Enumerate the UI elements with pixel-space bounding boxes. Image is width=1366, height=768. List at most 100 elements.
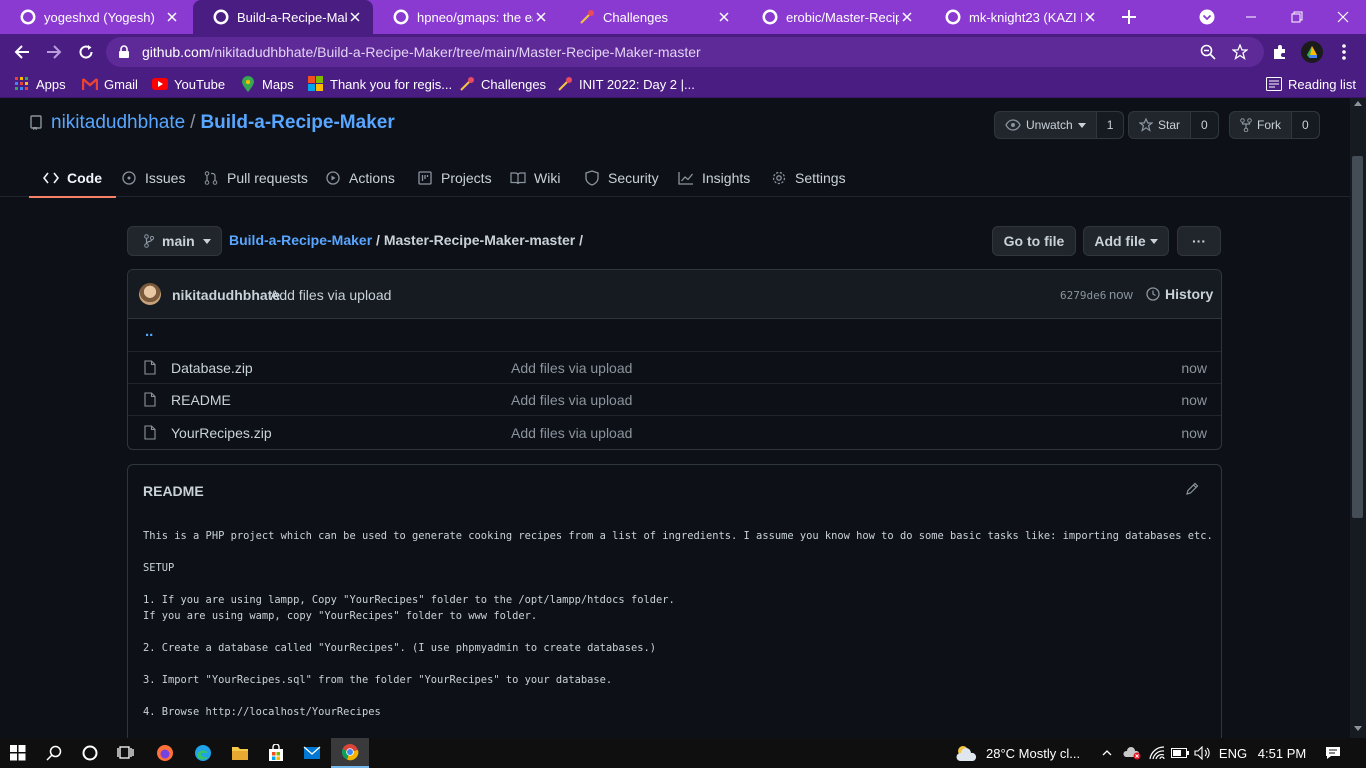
file-explorer-button[interactable] <box>222 738 258 768</box>
bookmark-youtube[interactable]: YouTube <box>152 70 225 98</box>
close-icon[interactable] <box>899 9 915 25</box>
mail-button[interactable] <box>294 738 330 768</box>
store-button[interactable] <box>258 738 294 768</box>
file-commit-message[interactable]: Add files via upload <box>511 392 632 408</box>
restore-button[interactable] <box>1274 0 1320 34</box>
unwatch-button[interactable]: Unwatch <box>995 112 1097 138</box>
back-button[interactable] <box>8 38 36 66</box>
browser-tab-6[interactable]: mk-knight23 (KAZI MU <box>925 0 1108 34</box>
profile-avatar[interactable] <box>1298 38 1326 66</box>
close-icon[interactable] <box>716 9 732 25</box>
address-bar[interactable]: github.com/nikitadudhbhate/Build-a-Recip… <box>106 37 1264 67</box>
scroll-up-icon[interactable] <box>1354 101 1362 106</box>
tab-projects[interactable]: Projects <box>417 158 492 197</box>
cortana-button[interactable] <box>72 738 108 768</box>
notifications-button[interactable] <box>1318 738 1348 768</box>
file-name-link[interactable]: YourRecipes.zip <box>171 425 272 441</box>
tab-settings[interactable]: Settings <box>771 158 846 197</box>
table-row[interactable]: YourRecipes.zip Add files via upload now <box>128 417 1221 449</box>
browser-tab-3[interactable]: hpneo/gmaps: the eas <box>373 0 559 34</box>
close-icon[interactable] <box>533 9 549 25</box>
history-link[interactable]: History <box>1146 286 1213 302</box>
task-view-button[interactable] <box>108 738 144 768</box>
bookmark-challenges[interactable]: Challenges <box>459 70 546 98</box>
bookmark-apps[interactable]: Apps <box>14 70 66 98</box>
star-button[interactable]: Star <box>1129 112 1192 138</box>
tab-pull-requests[interactable]: Pull requests <box>203 158 308 197</box>
tab-code[interactable]: Code <box>29 158 116 198</box>
parent-directory-row[interactable]: .. <box>128 319 1221 352</box>
forward-button[interactable] <box>40 38 68 66</box>
table-row[interactable]: Database.zip Add files via upload now <box>128 352 1221 384</box>
browser-tab-2[interactable]: Build-a-Recipe-Maker/ <box>193 0 373 34</box>
chrome-taskbar-button[interactable] <box>331 738 369 768</box>
fork-button-group[interactable]: Fork 0 <box>1229 111 1320 139</box>
volume-tray-button[interactable] <box>1192 738 1214 768</box>
tab-insights[interactable]: Insights <box>678 158 750 197</box>
bookmark-maps[interactable]: Maps <box>240 70 294 98</box>
parent-directory-link[interactable]: .. <box>145 323 153 340</box>
file-name-link[interactable]: README <box>171 392 231 408</box>
star-button-group[interactable]: Star 0 <box>1128 111 1219 139</box>
wifi-tray-button[interactable] <box>1146 738 1168 768</box>
tab-issues[interactable]: Issues <box>121 158 185 197</box>
fork-count[interactable]: 0 <box>1292 112 1319 138</box>
language-indicator[interactable]: ENG <box>1216 738 1250 768</box>
file-name-link[interactable]: Database.zip <box>171 360 253 376</box>
browser-tab-5[interactable]: erobic/Master-Recipe- <box>742 0 925 34</box>
extensions-button[interactable] <box>1266 38 1294 66</box>
start-button[interactable] <box>0 738 36 768</box>
browser-tab-4[interactable]: Challenges <box>559 0 742 34</box>
onedrive-tray-button[interactable] <box>1120 738 1144 768</box>
branch-selector[interactable]: main <box>127 226 222 256</box>
close-icon[interactable] <box>347 9 363 25</box>
reading-list-button[interactable]: Reading list <box>1266 70 1356 98</box>
commit-author-link[interactable]: nikitadudhbhate <box>172 287 280 303</box>
close-icon[interactable] <box>1082 9 1098 25</box>
avatar[interactable] <box>139 283 161 305</box>
pencil-icon[interactable] <box>1185 482 1199 496</box>
scrollbar-thumb[interactable] <box>1352 156 1363 518</box>
watch-button-group[interactable]: Unwatch 1 <box>994 111 1125 139</box>
go-to-file-button[interactable]: Go to file <box>992 226 1076 256</box>
add-file-button[interactable]: Add file <box>1083 226 1169 256</box>
fork-button[interactable]: Fork <box>1230 112 1292 138</box>
file-commit-message[interactable]: Add files via upload <box>511 360 632 376</box>
star-count[interactable]: 0 <box>1191 112 1218 138</box>
reload-button[interactable] <box>72 38 100 66</box>
tab-security[interactable]: Security <box>584 158 659 197</box>
tab-wiki[interactable]: Wiki <box>510 158 560 197</box>
commit-sha-link[interactable]: 6279de6 <box>1060 289 1106 302</box>
scroll-down-icon[interactable] <box>1354 726 1362 731</box>
browser-tab-1[interactable]: yogeshxd (Yogesh) <box>0 0 190 34</box>
more-options-button[interactable]: ··· <box>1177 226 1221 256</box>
clock[interactable]: 4:51 PM <box>1252 738 1312 768</box>
battery-tray-button[interactable] <box>1169 738 1191 768</box>
star-icon[interactable] <box>1232 44 1248 60</box>
tab-actions[interactable]: Actions <box>325 158 395 197</box>
show-hidden-icons-button[interactable] <box>1098 738 1116 768</box>
close-window-button[interactable] <box>1320 0 1366 34</box>
file-commit-message[interactable]: Add files via upload <box>511 425 632 441</box>
minimize-button[interactable] <box>1228 0 1274 34</box>
breadcrumb-repo-link[interactable]: Build-a-Recipe-Maker <box>229 232 372 248</box>
watch-count[interactable]: 1 <box>1096 112 1124 138</box>
tab-search-button[interactable] <box>1194 0 1220 34</box>
zoom-icon[interactable] <box>1200 44 1216 60</box>
new-tab-button[interactable] <box>1114 0 1144 34</box>
firefox-button[interactable] <box>146 738 184 768</box>
repo-owner-link[interactable]: nikitadudhbhate <box>51 112 185 134</box>
table-row[interactable]: README Add files via upload now <box>128 384 1221 416</box>
chrome-menu-button[interactable] <box>1330 38 1358 66</box>
search-button[interactable] <box>36 738 72 768</box>
weather-widget[interactable]: 28°C Mostly cl... <box>954 738 1094 768</box>
edge-button[interactable] <box>184 738 222 768</box>
bookmark-thank-you[interactable]: Thank you for regis... <box>308 70 452 98</box>
close-icon[interactable] <box>164 9 180 25</box>
bookmark-gmail[interactable]: Gmail <box>82 70 138 98</box>
commit-message-link[interactable]: Add files via upload <box>270 287 391 303</box>
commit-time: now <box>1109 287 1133 302</box>
repo-name-link[interactable]: Build-a-Recipe-Maker <box>200 112 394 134</box>
file-icon <box>144 425 156 440</box>
bookmark-init-2022[interactable]: INIT 2022: Day 2 |... <box>557 70 695 98</box>
